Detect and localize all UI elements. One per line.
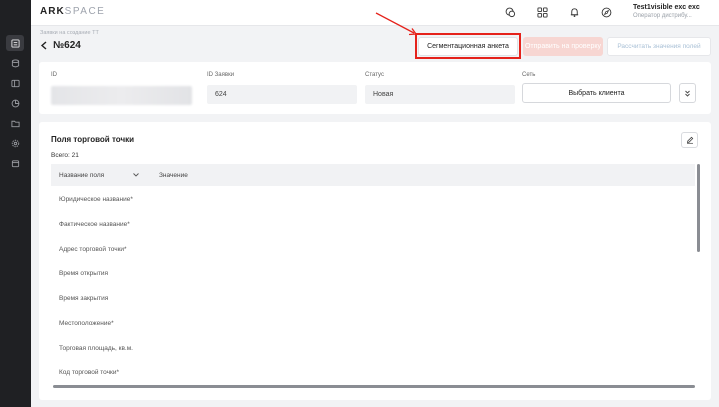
sidebar-rail <box>0 0 31 407</box>
document-list-icon <box>10 38 20 48</box>
status-field: Новая <box>365 85 515 104</box>
apps-grid-icon[interactable] <box>537 7 548 18</box>
pie-chart-icon <box>11 99 19 107</box>
table-row[interactable]: Время открытия <box>59 270 108 277</box>
breadcrumb[interactable]: Заявки на создание ТТ <box>40 30 99 36</box>
sidebar-item-panel[interactable] <box>6 75 24 91</box>
id-field <box>51 86 192 105</box>
calendar-icon <box>11 159 19 167</box>
table-row[interactable]: Юридическое название* <box>59 196 133 203</box>
compass-icon[interactable] <box>601 7 612 18</box>
chat-icon[interactable] <box>505 7 516 18</box>
folder-icon <box>10 120 20 127</box>
table-row[interactable]: Время закрытия <box>59 295 108 302</box>
network-label: Сеть <box>522 72 536 78</box>
layout-icon <box>10 79 20 87</box>
table-row[interactable]: Фактическое название* <box>59 221 130 228</box>
table-row[interactable]: Код торговой точки* <box>59 369 119 376</box>
send-for-review-button[interactable]: Отправить на проверку <box>523 37 603 56</box>
sidebar-item-folders[interactable] <box>6 115 24 131</box>
id-label: ID <box>51 72 57 78</box>
gear-icon <box>11 139 19 147</box>
chevron-down-icon[interactable] <box>133 173 139 177</box>
annotation-highlight-box <box>415 33 521 59</box>
pencil-icon <box>686 136 693 144</box>
section-title: Поля торговой точки <box>51 135 135 144</box>
page-title: №624 <box>53 40 81 51</box>
column-header-name[interactable]: Название поля <box>59 172 104 179</box>
sidebar-item-requests[interactable] <box>6 35 24 51</box>
request-id-field: 624 <box>207 85 357 104</box>
back-arrow-icon[interactable] <box>40 41 48 50</box>
request-info-card: ID ID Заявки 624 Статус Новая Сеть Выбра… <box>39 62 711 114</box>
request-id-label: ID Заявки <box>207 72 235 78</box>
table-row[interactable]: Местоположение* <box>59 320 114 327</box>
column-header-value: Значение <box>159 172 188 179</box>
total-count: Всего: 21 <box>51 152 79 159</box>
vertical-scrollbar[interactable] <box>697 164 700 252</box>
user-role: Оператор дистрибу... <box>633 13 692 19</box>
table-row[interactable]: Адрес торговой точки* <box>59 246 127 253</box>
edit-button[interactable] <box>681 132 698 148</box>
table-row[interactable]: Торговая площадь, кв.м. <box>59 345 133 352</box>
sidebar-item-settings[interactable] <box>6 135 24 151</box>
sidebar-item-analytics[interactable] <box>6 95 24 111</box>
bell-icon[interactable] <box>569 7 580 18</box>
app-logo[interactable]: ARKSPACE <box>40 6 105 17</box>
sidebar-item-calendar[interactable] <box>6 155 24 171</box>
user-name[interactable]: Test1visible exc exc <box>633 4 700 11</box>
double-chevron-down-icon <box>685 90 690 97</box>
sidebar-item-database[interactable] <box>6 55 24 71</box>
status-label: Статус <box>365 72 384 78</box>
annotation-arrow <box>375 12 418 36</box>
calculate-fields-button[interactable]: Рассчитать значения полей <box>607 37 711 56</box>
horizontal-scrollbar[interactable] <box>53 385 695 388</box>
table-header: Название поля Значение <box>51 164 695 186</box>
expand-button[interactable] <box>679 83 696 103</box>
database-icon <box>11 58 19 67</box>
outlet-fields-card: Поля торговой точки Всего: 21 Название п… <box>39 122 711 400</box>
choose-client-button[interactable]: Выбрать клиента <box>522 83 671 103</box>
